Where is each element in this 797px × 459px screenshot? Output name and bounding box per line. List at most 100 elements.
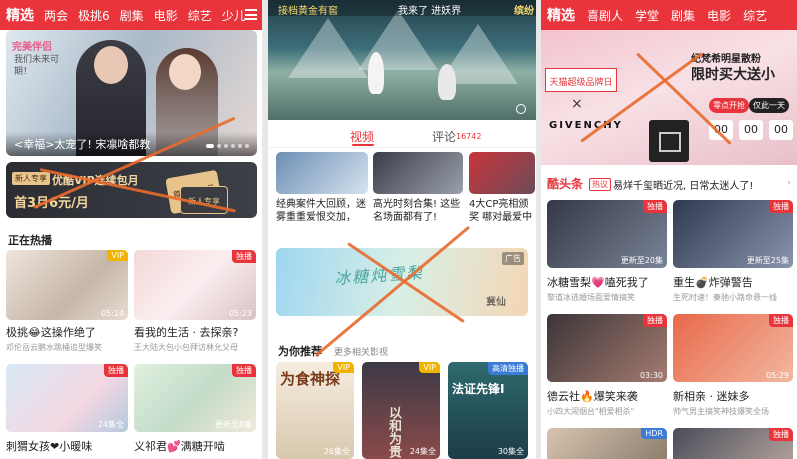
poster-title: 为食神探: [280, 370, 341, 388]
video-thumb-1[interactable]: 独播 更新至20集: [547, 200, 667, 268]
tab-video[interactable]: 视频: [350, 128, 374, 145]
video-duration: 05:23: [228, 309, 252, 318]
video-thumb-3[interactable]: 独播 03:30: [547, 314, 667, 382]
video-title[interactable]: 看我的生活 · 去探亲?: [134, 324, 256, 340]
hero-banner[interactable]: 完美伴侣 我们未来可期！ <幸福>太宠了! 宋凛啥都教: [6, 30, 257, 156]
clip-title[interactable]: 经典案件大回顾，迷雾重重爱恨交加，: [276, 198, 370, 224]
nav-tab-comedians[interactable]: 喜剧人: [587, 7, 623, 24]
clip-meta-3: 4大CP亮相颁奖 哪对最爱中你?: [469, 198, 535, 224]
tmall-brand-day-label: 天猫超级品牌日: [545, 68, 617, 92]
poster-2[interactable]: 以和为贵 VIP 24集全: [362, 362, 440, 459]
clip-title[interactable]: 4大CP亮相颁奖 哪对最爱中你?: [469, 198, 535, 224]
video-meta-2: 重生💣炸弹警告 生死时速！秦驰小路命悬一线: [673, 274, 795, 303]
clip-thumb-2[interactable]: [373, 152, 463, 194]
promo-pill-start: 零点开抢: [709, 98, 749, 113]
fighter-figure: [368, 52, 384, 94]
tab-indicator: [352, 144, 374, 146]
video-duration: 更新至8集: [214, 420, 252, 429]
section-title-recommend: 为你推荐: [278, 345, 322, 358]
countdown-minutes: 00: [739, 120, 763, 140]
video-player[interactable]: 接档黄金有窖 我来了 进妖界 缤纷: [268, 0, 536, 120]
video-subtitle: 小四大闹烟台"相爱相杀": [547, 407, 635, 416]
video-meta-3: 刺猬女孩❤小暖味: [6, 438, 128, 454]
video-duration: 更新至25集: [746, 256, 789, 265]
video-meta-2: 看我的生活 · 去探亲? 王大陆大包小包拜访林允父母: [134, 324, 256, 353]
clip-thumb-1[interactable]: [276, 152, 368, 194]
poster-1[interactable]: 为食神探 VIP 26集全: [276, 362, 354, 459]
countdown-seconds: 00: [769, 120, 793, 140]
menu-icon[interactable]: [245, 9, 257, 20]
video-thumb-2[interactable]: 独播 更新至25集: [673, 200, 793, 268]
video-title[interactable]: 刺猬女孩❤小暖味: [6, 438, 128, 454]
nav-tab-variety[interactable]: 综艺: [188, 7, 212, 24]
poster-episodes: 30集全: [497, 447, 524, 456]
video-thumb-3[interactable]: 独播 24集全: [6, 364, 128, 432]
video-subtitle: 黎道冰逃婚场面爱情搞笑: [547, 293, 635, 302]
exclusive-badge: 独播: [104, 364, 128, 377]
video-title[interactable]: 极挑😂这操作绝了: [6, 324, 128, 340]
tab-comments[interactable]: 评论: [432, 128, 456, 145]
chevron-right-icon[interactable]: ›: [787, 178, 791, 188]
nav-tab-jitiao[interactable]: 极挑6: [78, 7, 110, 24]
nav-tab-series[interactable]: 剧集: [671, 7, 695, 24]
newuser-tag: 新人专享: [12, 172, 50, 185]
exclusive-badge: 独播: [232, 364, 256, 377]
clip-title[interactable]: 高光时刻合集! 这些名场面都有了!: [373, 198, 465, 224]
hero-face-man: [94, 46, 128, 84]
product-box: [649, 120, 689, 162]
detail-tabs: 视频 评论 16742: [268, 124, 536, 148]
app-screenshots: 精选 两会 极挑6 剧集 电影 综艺 少儿 完美伴侣 我们未来可期！ <幸福>太…: [0, 0, 797, 459]
ad-brand: 冀仙: [486, 297, 506, 308]
nav-tab-variety[interactable]: 综艺: [743, 7, 767, 24]
video-thumb-6[interactable]: 独播: [673, 428, 793, 459]
channel-nav: 精选 喜剧人 学堂 剧集 电影 综艺: [541, 0, 797, 30]
video-title[interactable]: 德云社🔥爆笑来袭: [547, 388, 669, 404]
video-title[interactable]: 义祁君💕满糖开啮: [134, 438, 256, 454]
video-subtitle: 王大陆大包小包拜访林允父母: [134, 343, 238, 352]
video-thumb-2[interactable]: 独播 05:23: [134, 250, 256, 320]
channel-nav: 精选 两会 极挑6 剧集 电影 综艺 少儿: [0, 0, 262, 30]
nav-tab-featured[interactable]: 精选: [6, 5, 34, 25]
poster-episodes: 24集全: [409, 447, 436, 456]
nav-tab-series[interactable]: 剧集: [120, 7, 144, 24]
fighter-figure: [438, 64, 456, 100]
video-title[interactable]: 冰糖雪梨💗嗑死我了: [547, 274, 669, 290]
exclusive-badge: 独播: [769, 314, 793, 327]
video-title[interactable]: 重生💣炸弹警告: [673, 274, 795, 290]
video-thumb-5[interactable]: HDR: [547, 428, 667, 459]
promo-hero-banner[interactable]: 天猫超级品牌日 × GIVENCHY 纪梵希明星散粉 限时买大送小 零点开抢 仅…: [541, 30, 797, 165]
nav-tab-movies[interactable]: 电影: [154, 7, 178, 24]
vip-price: 首3月6元/月: [14, 196, 89, 211]
poster-title: 以和为贵: [386, 406, 401, 458]
exclusive-badge: 独播: [769, 428, 793, 441]
home-screen-left: 精选 两会 极挑6 剧集 电影 综艺 少儿 完美伴侣 我们未来可期！ <幸福>太…: [0, 0, 262, 459]
brand-logo-text: GIVENCHY: [549, 120, 623, 131]
video-thumb-4[interactable]: 独播 更新至8集: [134, 364, 256, 432]
hd-exclusive-badge: 高清独播: [488, 362, 528, 375]
poster-3[interactable]: 法证先锋I 高清独播 30集全: [448, 362, 528, 459]
exclusive-badge: 独播: [769, 200, 793, 213]
clip-meta-2: 高光时刻合集! 这些名场面都有了!: [373, 198, 465, 224]
video-thumb-1[interactable]: VIP 05:24: [6, 250, 128, 320]
vip-badge: VIP: [333, 362, 354, 373]
show-logo: 完美伴侣: [12, 42, 52, 53]
home-screen-right: 精选 喜剧人 学堂 剧集 电影 综艺 天猫超级品牌日 × GIVENCHY 纪梵…: [541, 0, 797, 459]
more-related-link[interactable]: 更多相关影视: [334, 345, 388, 358]
nav-tab-kids[interactable]: 少儿: [222, 7, 246, 24]
nav-tab-featured[interactable]: 精选: [547, 5, 575, 25]
carousel-dots: [206, 144, 249, 148]
clip-thumb-3[interactable]: [469, 152, 535, 194]
hdr-badge: HDR: [641, 428, 667, 439]
collab-x: ×: [571, 96, 583, 112]
section-title-trending: 正在热播: [8, 234, 52, 247]
video-title[interactable]: 新相亲 · 迷妹多: [673, 388, 795, 404]
play-icon[interactable]: [516, 104, 526, 114]
exclusive-badge: 独播: [232, 250, 256, 263]
nav-tab-academy[interactable]: 学堂: [635, 7, 659, 24]
nav-tab-lianghui[interactable]: 两会: [44, 7, 68, 24]
video-thumb-4[interactable]: 独播 05:29: [673, 314, 793, 382]
nav-tab-movies[interactable]: 电影: [707, 7, 731, 24]
video-duration: 05:29: [765, 371, 789, 380]
headline-text[interactable]: 易烊千玺晒近况, 日常太迷人了!: [613, 177, 753, 192]
poster-title: 法证先锋I: [452, 382, 505, 396]
